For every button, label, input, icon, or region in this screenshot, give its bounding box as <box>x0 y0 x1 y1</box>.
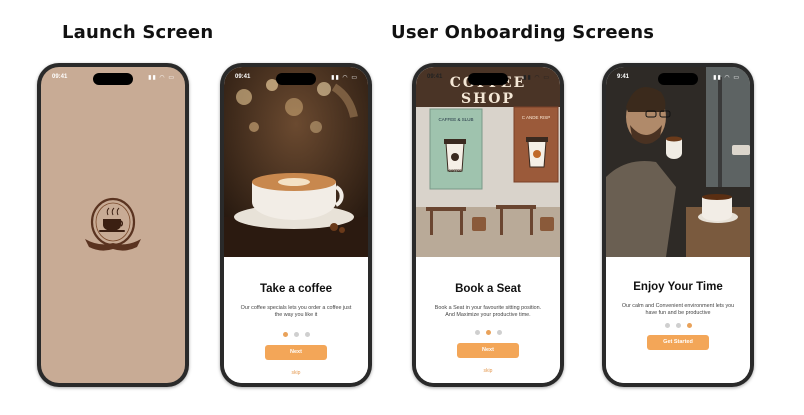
status-time: 09:41 <box>52 74 68 80</box>
phone-book-a-seat: 09:41 ▮▮ ◠ ▭ COFFEE SHOP CAFFEE & SLUB <box>412 63 564 387</box>
dynamic-island <box>658 73 698 85</box>
page-dot-2[interactable] <box>293 332 299 337</box>
cup-label: COFFEE <box>448 169 462 173</box>
signal-wifi-battery-icon: ▮▮ ◠ ▭ <box>148 75 175 81</box>
get-started-button[interactable]: Get Started <box>647 335 709 350</box>
status-time: 09:41 <box>427 74 443 80</box>
phone-enjoy-your-time: 9:41 ▮▮ ◠ ▭ Enjoy Your Time Our calm and… <box>602 63 754 387</box>
page-dot-2[interactable] <box>485 330 491 335</box>
signal-wifi-battery-icon: ▮▮ ◠ ▭ <box>331 75 358 81</box>
signal-wifi-battery-icon: ▮▮ ◠ ▭ <box>713 75 740 81</box>
launch-screen: 09:41 ▮▮ ◠ ▭ <box>41 67 185 383</box>
page-dot-2[interactable] <box>675 323 681 328</box>
page-dot-3[interactable] <box>496 330 502 335</box>
skip-link[interactable]: skip <box>224 370 368 376</box>
onboarding-title: Book a Seat <box>455 283 521 295</box>
onboarding-description: Our coffee specials lets you order a cof… <box>240 305 352 318</box>
onboarding-screen-2: 09:41 ▮▮ ◠ ▭ COFFEE SHOP CAFFEE & SLUB <box>416 67 560 383</box>
poster-left-text: CAFFEE & SLUB <box>438 117 474 122</box>
onboarding-panel: Enjoy Your Time Our calm and Convenient … <box>606 257 750 383</box>
page-dot-1[interactable] <box>664 323 670 328</box>
phone-launch: 09:41 ▮▮ ◠ ▭ <box>37 63 189 387</box>
onboarding-screen-1: 09:41 ▮▮ ◠ ▭ Take a coffee Our coffee sp… <box>224 67 368 383</box>
page-dot-3[interactable] <box>304 332 310 337</box>
man-drinking-coffee-image <box>606 67 750 257</box>
onboarding-title: Take a coffee <box>259 283 332 295</box>
onboarding-panel: Book a Seat Book a Seat in your favourit… <box>416 257 560 383</box>
status-time: 9:41 <box>617 74 630 80</box>
coffee-logo-icon <box>85 197 141 251</box>
status-time: 09:41 <box>235 74 251 80</box>
launch-screen-heading: Launch Screen <box>62 22 214 43</box>
page-dot-3[interactable] <box>686 323 692 328</box>
next-button[interactable]: Next <box>265 345 327 360</box>
next-button[interactable]: Next <box>457 343 519 358</box>
onboarding-screen-3: 9:41 ▮▮ ◠ ▭ Enjoy Your Time Our calm and… <box>606 67 750 383</box>
page-indicator <box>606 323 750 328</box>
onboarding-description: Our calm and Convenient environment lets… <box>621 303 735 316</box>
phone-take-a-coffee: 09:41 ▮▮ ◠ ▭ Take a coffee Our coffee sp… <box>220 63 372 387</box>
onboarding-screens-heading: User Onboarding Screens <box>391 22 655 43</box>
page-dot-1[interactable] <box>282 332 288 337</box>
dynamic-island <box>468 73 508 85</box>
page-dot-1[interactable] <box>474 330 480 335</box>
page-indicator <box>224 332 368 337</box>
onboarding-title: Enjoy Your Time <box>633 281 723 293</box>
skip-link[interactable]: skip <box>416 368 560 374</box>
onboarding-description: Book a Seat in your favourite sitting po… <box>434 305 542 318</box>
onboarding-panel: Take a coffee Our coffee specials lets y… <box>224 257 368 383</box>
dynamic-island <box>93 73 133 85</box>
coffee-cup-image <box>224 67 368 257</box>
page-indicator <box>416 330 560 335</box>
dynamic-island <box>276 73 316 85</box>
poster-right-text: C ANDE RISP <box>521 115 551 120</box>
signal-wifi-battery-icon: ▮▮ ◠ ▭ <box>523 75 550 81</box>
